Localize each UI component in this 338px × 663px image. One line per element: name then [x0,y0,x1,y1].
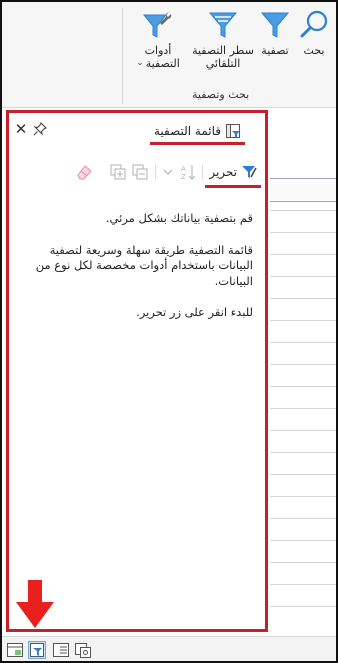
filter-list-tab[interactable] [28,641,46,659]
pane-description: قم بتصفية بياناتك بشكل مرئي. قائمة التصف… [23,211,253,337]
pane-title: قائمة التصفية [149,123,245,145]
bottom-pane-switcher [2,636,336,661]
grid-line [270,518,336,519]
grid-line [270,496,336,497]
toolbar-separator [155,165,156,179]
eraser-icon[interactable] [75,163,93,181]
edit-label: تحرير [209,165,237,179]
filter-icon [258,8,292,42]
filter-list-icon [30,643,44,657]
pane-toolbar: تحرير A Z [9,159,265,188]
grid-line [270,606,336,607]
field-list-icon[interactable] [6,641,24,659]
description-paragraph: للبدء انقر على زر تحرير. [136,305,253,319]
filter-tools-label-text: التصفية [145,57,180,70]
description-paragraph: قم بتصفية بياناتك بشكل مرئي. [105,211,253,225]
close-icon[interactable]: ✕ [13,121,29,137]
svg-text:Z: Z [181,173,186,181]
pane-header: ✕ قائمة التصفية [9,113,265,149]
grid-line [270,298,336,299]
grid-line [270,232,336,233]
sheet-column-header [270,178,336,202]
svg-text:A: A [181,165,186,173]
filter-button[interactable]: تصفية [256,8,294,57]
filter-edit-icon [242,166,257,178]
grid-line [270,276,336,277]
edit-underline-highlight [205,185,261,188]
auto-filter-row-label-line1: سطر التصفية [192,44,254,57]
filter-tools-label-line2: التصفية ⌄ [136,57,180,70]
title-underline-highlight [149,142,245,145]
grid-line [270,386,336,387]
edit-button[interactable]: تحرير [205,161,261,188]
ribbon: بحث تصفية سطر التصفية التلقائي أدوات الت… [2,2,336,108]
pane-title-text: قائمة التصفية [153,124,221,138]
grid-line [270,320,336,321]
grid-line [270,584,336,585]
grid-line [270,474,336,475]
pointer-arrow-icon [16,580,54,628]
expand-group-icon[interactable] [109,163,127,181]
grid-line [270,364,336,365]
grid-line [270,342,336,343]
groups-icon[interactable] [52,641,70,659]
collapse-group-icon[interactable] [131,163,149,181]
filter-label: تصفية [261,44,289,57]
filter-list-pane: ✕ قائمة التصفية تحرير A Z قم بتصفية بيان… [6,110,268,632]
search-button[interactable]: بحث [296,8,332,57]
filter-tools-label-line1: أدوات [144,44,172,57]
auto-filter-row-button[interactable]: سطر التصفية التلقائي [192,8,254,70]
auto-filter-row-label-line2: التلقائي [205,57,241,70]
auto-filter-row-icon [206,8,240,42]
toolbar-separator [202,165,203,179]
copy-layout-icon[interactable] [74,641,92,659]
filter-tools-button[interactable]: أدوات التصفية ⌄ [128,8,188,70]
grid-line [270,430,336,431]
grid-line [270,408,336,409]
chevron-down-icon[interactable] [159,163,177,181]
ribbon-group-label: بحث وتصفية [192,88,250,101]
ribbon-separator [122,8,123,104]
search-label: بحث [303,44,325,57]
filter-list-icon [226,124,240,138]
sort-ascending-icon[interactable]: A Z [179,163,197,181]
grid-line [270,540,336,541]
pin-icon[interactable] [33,122,47,136]
description-paragraph: قائمة التصفية طريقة سهلة وسريعة لتصفية ا… [35,242,253,288]
filter-tools-icon [141,8,175,42]
search-icon [297,8,331,42]
chevron-down-icon: ⌄ [136,58,144,68]
grid-line [270,254,336,255]
grid-line [270,210,336,211]
grid-line [270,562,336,563]
grid-line [270,452,336,453]
